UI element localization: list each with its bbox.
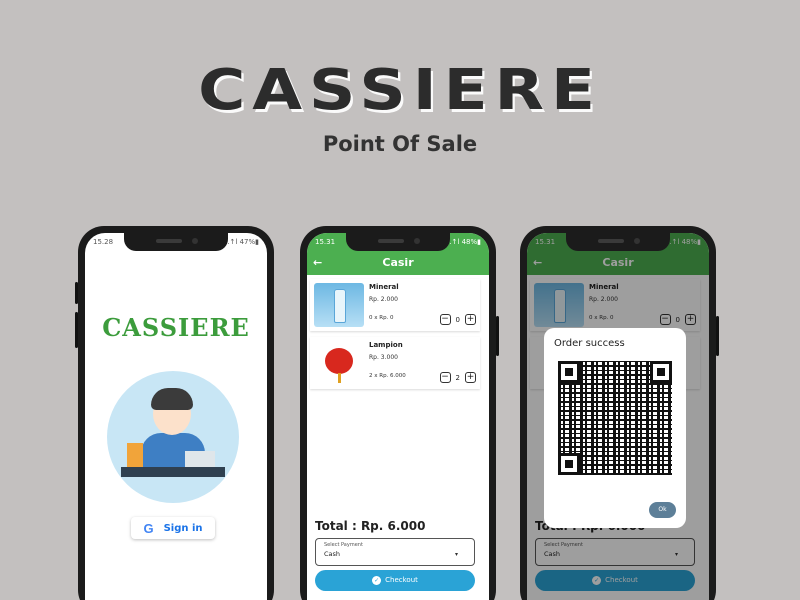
hero-title: CASSIERE [198,58,602,123]
quantity-value: 2 [455,373,460,382]
cashier-illustration [107,371,239,503]
product-item: Mineral Rp. 2.000 0 x Rp. 0 − 0 + [310,279,480,331]
cashier-screen: 15.31 ▾.↑l 48%▮ ← Casir Mineral Rp. 2.00… [307,233,489,600]
status-time: 15.28 [93,238,114,246]
product-subtotal: 0 x Rp. 0 [369,315,394,321]
ok-button[interactable]: Ok [649,502,676,518]
plus-button[interactable]: + [465,314,476,325]
notch [124,233,228,251]
payment-select-value: Cash [324,550,341,558]
quantity-value: 0 [455,315,460,324]
back-arrow-icon[interactable]: ← [313,251,322,275]
product-price: Rp. 3.000 [369,354,398,361]
phone-order-success: 15.31 ▾.↑l 48%▮ ← Casir Mineral Rp. 2.00… [520,226,719,600]
minus-button[interactable]: − [439,314,451,325]
signin-label: Sign in [163,522,203,534]
plus-button[interactable]: + [465,372,476,383]
product-price: Rp. 2.000 [369,296,398,303]
order-success-dialog: Order success Ok [544,328,686,528]
login-screen: 15.28 ▾.↑l 47%▮ CASSIERE G Sign in [85,233,267,600]
google-icon: G [143,520,154,536]
phone-cashier: 15.31 ▾.↑l 48%▮ ← Casir Mineral Rp. 2.00… [300,226,499,600]
order-success-screen: 15.31 ▾.↑l 48%▮ ← Casir Mineral Rp. 2.00… [527,233,709,600]
notch [566,233,670,251]
app-logo-text: CASSIERE [102,313,250,342]
quantity-stepper: − 2 + [439,372,476,383]
phone-login: 15.28 ▾.↑l 47%▮ CASSIERE G Sign in [75,226,274,600]
quantity-stepper: − 0 + [439,314,476,325]
hero-subtitle: Point Of Sale [322,132,478,156]
dropdown-icon: ▾ [454,551,458,558]
product-name: Mineral [369,283,399,291]
check-icon: ✓ [372,575,382,585]
product-subtotal: 2 x Rp. 6.000 [369,373,406,379]
product-item: Lampion Rp. 3.000 2 x Rp. 6.000 − 2 + [310,337,480,389]
app-bar: ← Casir [307,251,489,275]
lantern-image [314,341,364,385]
water-bottle-image [314,283,364,327]
payment-select[interactable]: Select Payment Cash ▾ [315,538,475,566]
google-signin-button[interactable]: G Sign in [131,517,215,539]
status-indicators: ▾.↑l 48%▮ [445,238,481,246]
qr-code [558,361,672,475]
product-name: Lampion [369,341,403,349]
minus-button[interactable]: − [439,372,451,383]
checkout-label: Checkout [385,576,418,584]
status-indicators: ▾.↑l 47%▮ [223,238,259,246]
payment-select-label: Select Payment [324,542,363,548]
app-bar-title: Casir [382,256,414,269]
notch [346,233,450,251]
dialog-title: Order success [554,338,625,349]
checkout-button[interactable]: ✓ Checkout [315,570,475,591]
status-time: 15.31 [315,238,336,246]
total-amount: Total : Rp. 6.000 [315,519,426,533]
